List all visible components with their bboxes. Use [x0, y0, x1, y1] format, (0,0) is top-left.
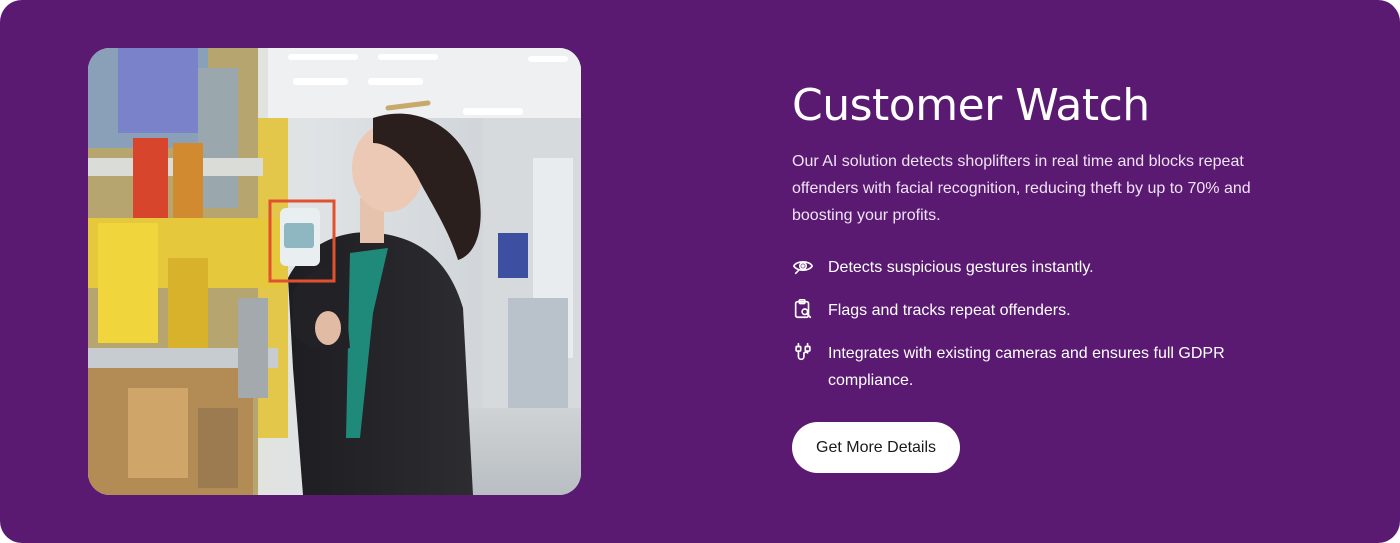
customer-watch-section: Customer Watch Our AI solution detects s… — [0, 0, 1400, 543]
get-more-details-button[interactable]: Get More Details — [792, 422, 961, 473]
content-column: Customer Watch Our AI solution detects s… — [792, 78, 1312, 473]
photo-illustration — [88, 48, 581, 495]
feature-list: Detects suspicious gestures instantly. F… — [792, 254, 1312, 394]
section-description: Our AI solution detects shoplifters in r… — [792, 153, 1251, 224]
feature-item: Detects suspicious gestures instantly. — [792, 254, 1312, 281]
clipboard-search-icon — [792, 298, 814, 320]
section-title: Customer Watch — [792, 80, 1150, 131]
feature-text: Flags and tracks repeat offenders. — [828, 302, 1071, 319]
feature-text: Integrates with existing cameras and ens… — [828, 345, 1225, 389]
feature-item: Flags and tracks repeat offenders. — [792, 297, 1312, 324]
eye-scan-icon — [792, 255, 814, 277]
feature-item: Integrates with existing cameras and ens… — [792, 340, 1312, 394]
cable-connector-icon — [792, 341, 814, 363]
feature-text: Detects suspicious gestures instantly. — [828, 259, 1094, 276]
store-surveillance-photo — [88, 48, 581, 495]
